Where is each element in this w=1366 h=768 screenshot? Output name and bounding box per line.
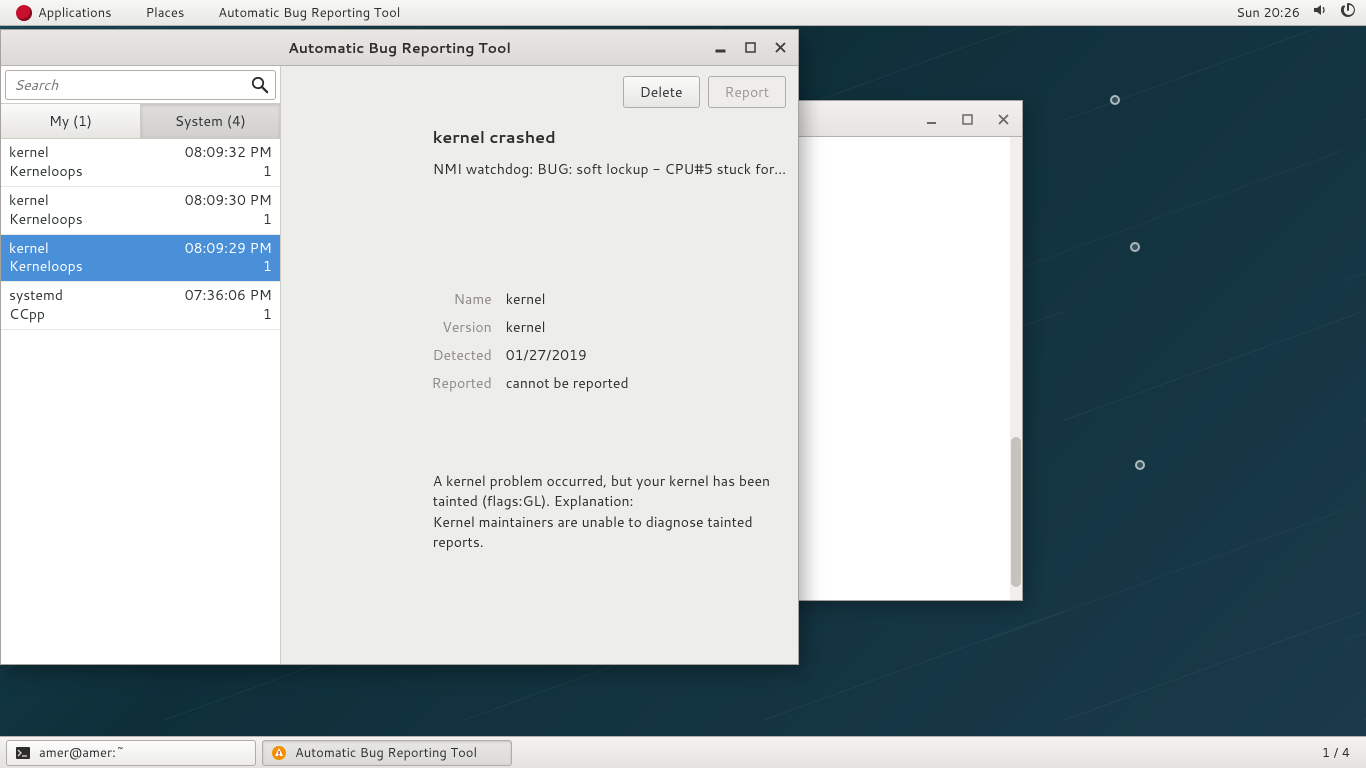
label-version: Version bbox=[281, 317, 506, 337]
terminal-scrollbar-thumb[interactable] bbox=[1011, 437, 1021, 587]
distro-logo-icon bbox=[16, 5, 32, 21]
filter-tabs: My (1) System (4) bbox=[1, 103, 280, 139]
bg-decoration bbox=[1135, 460, 1145, 470]
tab-my[interactable]: My (1) bbox=[1, 104, 141, 138]
taskbar-task-label: Automatic Bug Reporting Tool bbox=[295, 744, 477, 762]
crash-item[interactable]: kernel08:09:32 PMKerneloops1 bbox=[1, 139, 280, 187]
terminal-scrollbar[interactable] bbox=[1010, 137, 1022, 600]
label-reported: Reported bbox=[281, 373, 506, 393]
abrt-maximize-button[interactable] bbox=[736, 36, 764, 60]
workspace-indicator[interactable]: 1 / 4 bbox=[1312, 744, 1360, 762]
taskbar-task[interactable]: amer@amer:~ bbox=[6, 740, 256, 766]
crash-item[interactable]: systemd07:36:06 PMCCpp1 bbox=[1, 282, 280, 330]
crash-item[interactable]: kernel08:09:30 PMKerneloops1 bbox=[1, 187, 280, 235]
taskbar-task[interactable]: Automatic Bug Reporting Tool bbox=[262, 740, 512, 766]
terminal-close-button[interactable] bbox=[990, 109, 1016, 129]
terminal-icon bbox=[15, 745, 31, 761]
top-panel: Applications Places Automatic Bug Report… bbox=[0, 0, 1366, 26]
abrt-sidebar: My (1) System (4) kernel08:09:32 PMKerne… bbox=[1, 66, 281, 664]
abrt-close-button[interactable] bbox=[766, 36, 794, 60]
search-icon[interactable] bbox=[250, 75, 270, 101]
delete-button[interactable]: Delete bbox=[623, 76, 700, 108]
label-name: Name bbox=[281, 289, 506, 309]
detail-heading: kernel crashed bbox=[433, 126, 798, 149]
detail-explanation: A kernel problem occurred, but your kern… bbox=[433, 471, 773, 552]
label-detected: Detected bbox=[281, 345, 506, 365]
power-icon[interactable] bbox=[1340, 2, 1356, 23]
taskbar-task-label: amer@amer:~ bbox=[39, 744, 125, 762]
crash-list[interactable]: kernel08:09:32 PMKerneloops1kernel08:09:… bbox=[1, 139, 280, 664]
tab-system[interactable]: System (4) bbox=[141, 104, 280, 138]
bg-decoration bbox=[1130, 242, 1140, 252]
applications-label: Applications bbox=[38, 4, 112, 22]
bg-decoration bbox=[1110, 95, 1120, 105]
terminal-maximize-button[interactable] bbox=[954, 109, 980, 129]
report-button: Report bbox=[708, 76, 786, 108]
search-input[interactable] bbox=[6, 71, 275, 99]
crash-detail-pane: Delete Report kernel crashed NMI watchdo… bbox=[281, 66, 798, 664]
detail-subtitle: NMI watchdog: BUG: soft lockup - CPU#5 s… bbox=[433, 159, 786, 179]
clock[interactable]: Sun 20:26 bbox=[1236, 4, 1300, 22]
volume-icon[interactable] bbox=[1312, 2, 1328, 23]
active-app-menu[interactable]: Automatic Bug Reporting Tool bbox=[210, 0, 408, 26]
terminal-minimize-button[interactable] bbox=[918, 109, 944, 129]
places-menu[interactable]: Places bbox=[138, 0, 193, 26]
abrt-icon bbox=[271, 745, 287, 761]
abrt-window-title: Automatic Bug Reporting Tool bbox=[288, 38, 511, 58]
value-reported: cannot be reported bbox=[506, 373, 629, 393]
crash-item[interactable]: kernel08:09:29 PMKerneloops1 bbox=[1, 235, 280, 283]
abrt-titlebar[interactable]: Automatic Bug Reporting Tool bbox=[1, 30, 798, 66]
value-name: kernel bbox=[506, 289, 546, 309]
abrt-minimize-button[interactable] bbox=[706, 36, 734, 60]
search-field-wrap[interactable] bbox=[5, 70, 276, 100]
value-detected: 01/27/2019 bbox=[506, 345, 587, 365]
value-version: kernel bbox=[506, 317, 546, 337]
bottom-taskbar: amer@amer:~Automatic Bug Reporting Tool … bbox=[0, 736, 1366, 768]
applications-menu[interactable]: Applications bbox=[8, 0, 120, 26]
abrt-window: Automatic Bug Reporting Tool My (1) Syst… bbox=[0, 29, 799, 665]
